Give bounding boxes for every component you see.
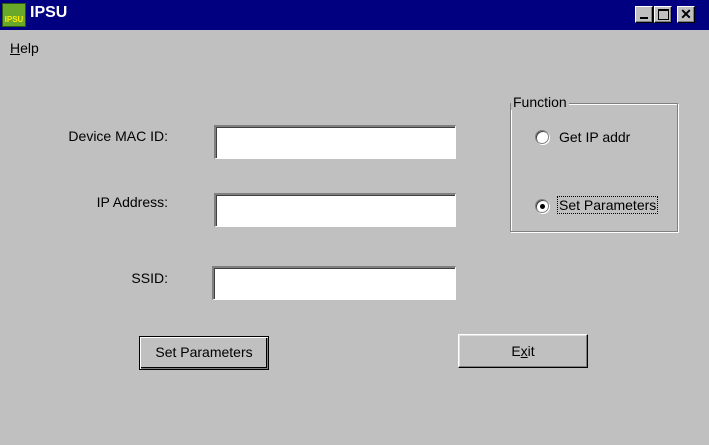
- ip-address-input[interactable]: [214, 193, 456, 227]
- mac-id-input[interactable]: [214, 125, 456, 159]
- set-parameters-radio-label[interactable]: Set Parameters: [557, 196, 659, 214]
- minimize-icon[interactable]: [635, 6, 653, 23]
- set-parameters-radio[interactable]: [535, 199, 549, 213]
- menu-help-mnemonic: H: [10, 40, 21, 56]
- close-glyph: ✕: [680, 6, 692, 22]
- mac-id-label: Device MAC ID:: [68, 128, 168, 144]
- ssid-label: SSID:: [131, 270, 168, 286]
- function-group-title: Function: [511, 94, 569, 110]
- menu-help-rest: elp: [20, 40, 39, 56]
- menu-bar: Help: [0, 32, 709, 58]
- app-icon-text: IPSU: [4, 15, 24, 24]
- exit-button[interactable]: Exit: [458, 334, 588, 368]
- exit-label-pre: E: [511, 343, 521, 359]
- app-icon[interactable]: IPSU: [2, 3, 26, 27]
- ssid-input[interactable]: [212, 266, 456, 300]
- set-parameters-button[interactable]: Set Parameters: [139, 336, 269, 370]
- exit-label-mnemonic: x: [520, 343, 528, 359]
- menu-item-help[interactable]: Help: [10, 40, 39, 56]
- window-title: IPSU: [30, 4, 68, 21]
- title-bar[interactable]: IPSU IPSU ✕: [0, 0, 709, 30]
- ipsu-window: IPSU IPSU ✕ Help Device MAC ID: IP Addre…: [0, 0, 709, 445]
- maximize-icon[interactable]: [654, 6, 672, 23]
- get-ip-addr-radio[interactable]: [535, 130, 549, 144]
- ip-address-label: IP Address:: [96, 194, 168, 210]
- close-icon[interactable]: ✕: [677, 6, 695, 23]
- get-ip-addr-label[interactable]: Get IP addr: [559, 129, 630, 145]
- exit-label-post: it: [527, 343, 535, 359]
